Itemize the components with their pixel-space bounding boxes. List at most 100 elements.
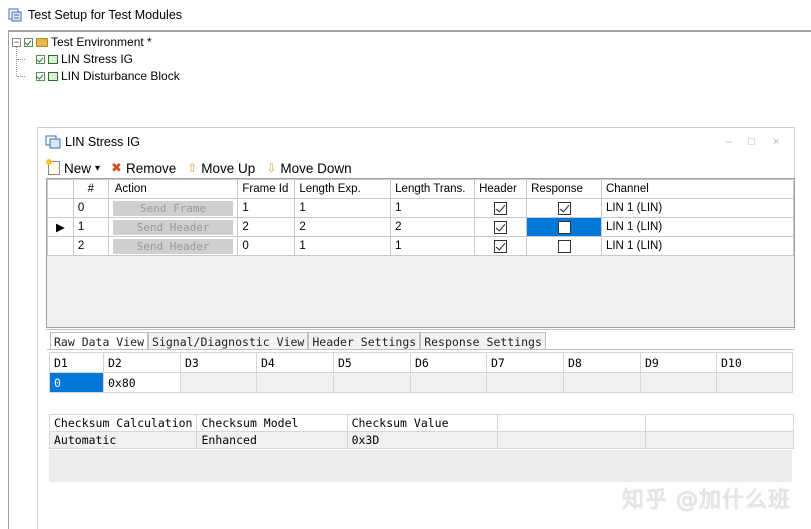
column-header[interactable]: Header (474, 179, 528, 199)
new-document-icon (46, 159, 60, 175)
response-cell (526, 217, 602, 237)
table-row[interactable]: ▶ 1 Send Header 2 2 2 LIN 1 (LIN) (47, 217, 795, 237)
header-cell (474, 198, 528, 218)
checksum-model-value[interactable]: Enhanced (196, 431, 348, 449)
table-row[interactable]: 0 Send Frame 1 1 1 LIN 1 (LIN) (47, 198, 795, 218)
frames-table: # Action Frame Id Length Exp. Length Tra… (47, 179, 795, 256)
ig-window-icon (45, 135, 61, 149)
current-row-indicator[interactable]: ▶ (47, 217, 74, 237)
frame-id-cell[interactable]: 1 (237, 198, 296, 218)
response-checkbox[interactable] (557, 201, 571, 215)
watermark: 知乎 @加什么班 (622, 488, 791, 513)
length-trans-cell[interactable]: 1 (390, 236, 476, 256)
row-header[interactable] (47, 198, 74, 218)
channel-cell[interactable]: LIN 1 (LIN) (600, 198, 795, 218)
checkbox-icon[interactable] (24, 37, 33, 47)
length-trans-cell[interactable]: 1 (390, 198, 476, 218)
length-exp-cell[interactable]: 2 (294, 217, 392, 237)
tree-item-lin-stress-ig[interactable]: LIN Stress IG (36, 51, 133, 67)
lin-stress-ig-window: LIN Stress IG – □ × New ▾ ✖ Remove ⇧ Mov… (37, 127, 795, 529)
folder-icon (36, 37, 48, 47)
response-checkbox[interactable] (557, 220, 571, 234)
column-header[interactable]: Channel (600, 179, 795, 199)
checksum-value[interactable]: 0x3D (346, 431, 498, 449)
header-checkbox[interactable] (494, 201, 508, 215)
column-header[interactable]: Frame Id (237, 179, 296, 199)
send-frame-button[interactable]: Send Frame (112, 200, 234, 216)
remove-button[interactable]: ✖ Remove (111, 160, 176, 176)
move-down-button[interactable]: ⇩ Move Down (266, 161, 351, 176)
empty-area (49, 450, 792, 482)
action-cell: Send Header (107, 217, 239, 237)
checksum-value-row: Automatic Enhanced 0x3D (48, 431, 795, 449)
data-byte-header: D6 (410, 352, 487, 373)
raw-data-table: D1 D2 D3 D4 D5 D6 D7 D8 D9 D10 0 0x80 (49, 352, 793, 393)
module-icon (48, 54, 58, 64)
checkbox-icon[interactable] (36, 71, 45, 81)
new-button[interactable]: New ▾ (46, 159, 100, 176)
checkbox-icon[interactable] (36, 54, 45, 64)
frame-id-cell[interactable]: 2 (237, 217, 296, 237)
checksum-extra-value (496, 431, 646, 449)
header-cell (474, 217, 528, 237)
length-exp-cell[interactable]: 1 (294, 236, 392, 256)
column-header[interactable]: Action (107, 179, 239, 199)
send-header-button[interactable]: Send Header (112, 238, 234, 254)
header-checkbox[interactable] (494, 239, 508, 253)
column-header[interactable]: Length Exp. (294, 179, 392, 199)
tree-item-test-environment[interactable]: − Test Environment * (12, 34, 152, 50)
checksum-header (496, 414, 646, 432)
raw-data-header-row: D1 D2 D3 D4 D5 D6 D7 D8 D9 D10 (49, 352, 793, 373)
length-exp-cell[interactable]: 1 (294, 198, 392, 218)
remove-label: Remove (125, 160, 177, 176)
header-checkbox[interactable] (494, 220, 508, 234)
checksum-header (644, 414, 795, 432)
tree-connector (16, 46, 17, 76)
data-byte-value[interactable] (486, 372, 564, 393)
arrow-up-icon: ⇧ (187, 161, 198, 175)
data-byte-value[interactable] (180, 372, 257, 393)
move-up-button[interactable]: ⇧ Move Up (187, 161, 255, 176)
data-byte-value[interactable] (640, 372, 717, 393)
send-header-button[interactable]: Send Header (112, 219, 234, 235)
row-header[interactable] (47, 236, 74, 256)
maximize-button[interactable]: □ (748, 136, 755, 148)
data-byte-value[interactable] (256, 372, 334, 393)
response-cell (526, 198, 602, 218)
collapse-icon[interactable]: − (12, 37, 21, 47)
column-header[interactable]: Length Trans. (390, 179, 476, 199)
response-checkbox[interactable] (557, 239, 571, 253)
row-number: 1 (72, 217, 109, 237)
data-byte-value[interactable] (333, 372, 411, 393)
channel-cell[interactable]: LIN 1 (LIN) (600, 217, 795, 237)
checksum-extra-value (644, 431, 795, 449)
length-trans-cell[interactable]: 2 (390, 217, 476, 237)
data-byte-value[interactable] (716, 372, 793, 393)
tree-item-label: LIN Stress IG (61, 52, 134, 66)
row-header-corner (47, 179, 74, 199)
data-byte-value[interactable]: 0x80 (103, 372, 181, 393)
row-number: 2 (72, 236, 109, 256)
tab-signal-diagnostic-view[interactable]: Signal/Diagnostic View (148, 332, 309, 350)
checksum-header: Checksum Model (196, 414, 348, 432)
dropdown-arrow-icon[interactable]: ▾ (95, 163, 100, 174)
data-byte-value[interactable]: 0 (49, 372, 104, 393)
arrow-down-icon: ⇩ (266, 161, 277, 175)
tab-response-settings[interactable]: Response Settings (420, 332, 546, 350)
data-byte-header: D7 (486, 352, 564, 373)
channel-cell[interactable]: LIN 1 (LIN) (600, 236, 795, 256)
column-header[interactable]: # (72, 179, 109, 199)
table-row[interactable]: 2 Send Header 0 1 1 LIN 1 (LIN) (47, 236, 795, 256)
minimize-button[interactable]: – (726, 136, 732, 148)
column-header[interactable]: Response (526, 179, 602, 199)
data-byte-header: D10 (716, 352, 793, 373)
data-byte-header: D4 (256, 352, 334, 373)
tree-item-lin-disturbance-block[interactable]: LIN Disturbance Block (36, 68, 180, 84)
frame-id-cell[interactable]: 0 (237, 236, 296, 256)
data-byte-value[interactable] (410, 372, 487, 393)
data-byte-value[interactable] (563, 372, 641, 393)
tab-header-settings[interactable]: Header Settings (308, 332, 421, 350)
toolbar: New ▾ ✖ Remove ⇧ Move Up ⇩ Move Down (46, 158, 794, 178)
close-button[interactable]: × (773, 136, 779, 148)
checksum-calculation-value[interactable]: Automatic (48, 431, 198, 449)
